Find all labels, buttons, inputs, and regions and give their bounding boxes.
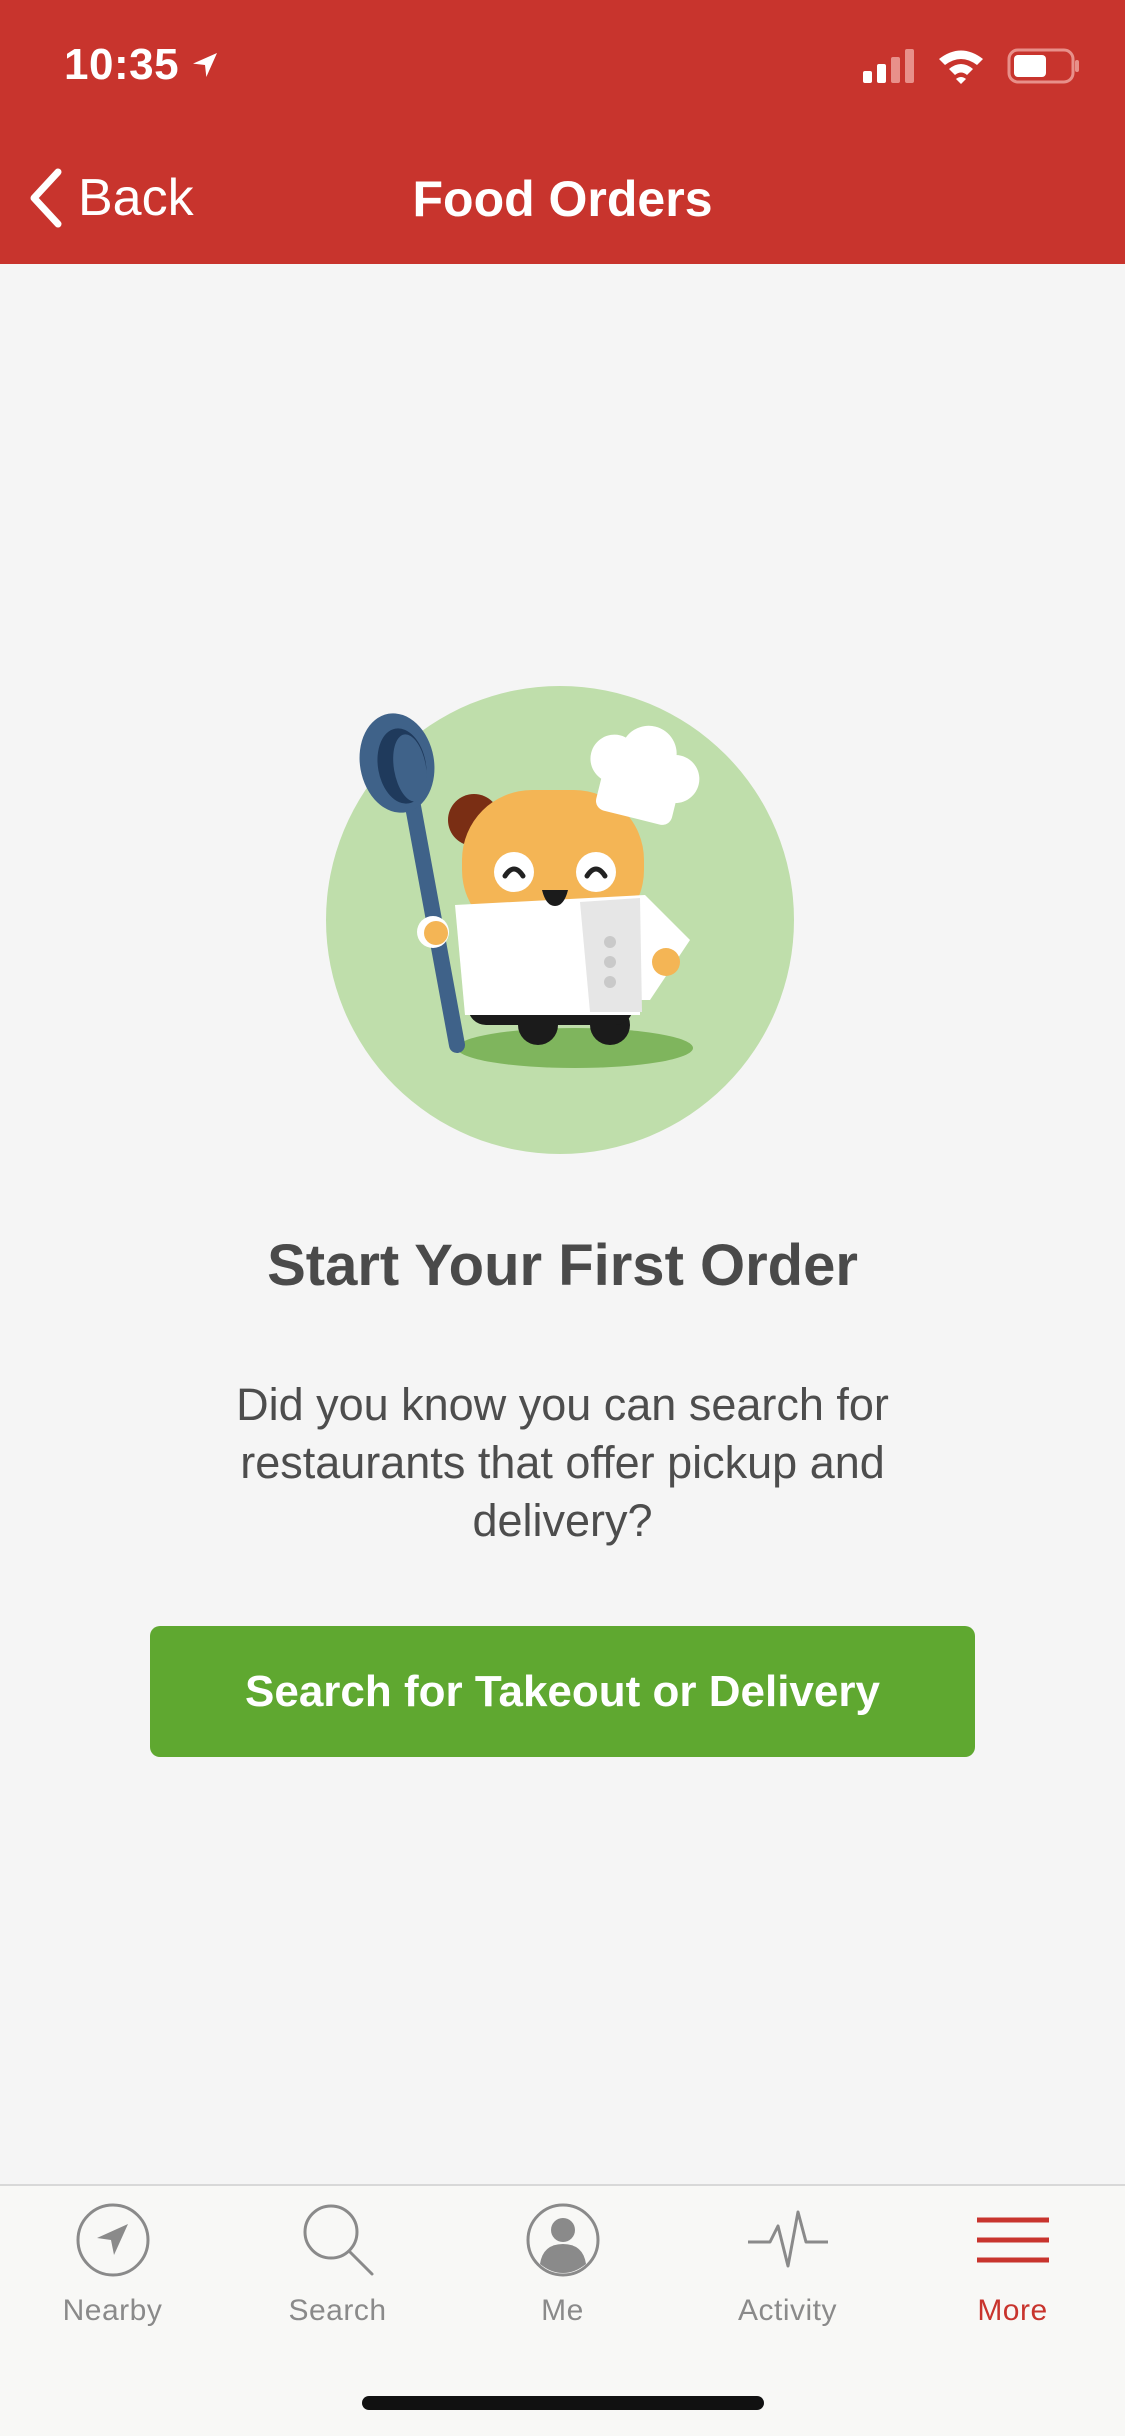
tab-me[interactable]: Me (450, 2200, 675, 2350)
tab-label-activity: Activity (737, 2294, 837, 2327)
wifi-icon (939, 50, 983, 84)
activity-pulse-icon (747, 2210, 828, 2268)
status-icons (863, 48, 1081, 84)
battery-icon (1007, 48, 1079, 84)
status-time-text: 10:35 (64, 40, 180, 89)
cellular-signal-icon (863, 49, 914, 83)
tab-label-me: Me (541, 2294, 584, 2327)
tab-label-search: Search (288, 2294, 387, 2327)
tab-more[interactable]: More (900, 2200, 1125, 2350)
page-title: Food Orders (412, 171, 713, 227)
chef-hamster-illustration (326, 686, 794, 1154)
empty-state-headline: Start Your First Order (267, 1233, 858, 1298)
home-indicator (362, 2396, 764, 2410)
navigation-arrow-icon (76, 2203, 149, 2277)
location-arrow-icon (193, 53, 218, 77)
search-icon (303, 2204, 373, 2276)
hamburger-menu-icon (976, 2217, 1049, 2263)
empty-state-description: Did you know you can search for restaura… (236, 1379, 889, 1546)
status-bar-time: 10:35 (64, 40, 221, 90)
profile-icon (526, 2203, 599, 2277)
tab-label-nearby: Nearby (62, 2294, 163, 2327)
search-takeout-delivery-button[interactable]: Search for Takeout or Delivery (150, 1626, 975, 1757)
tab-search[interactable]: Search (225, 2200, 450, 2350)
tab-activity[interactable]: Activity (675, 2200, 900, 2350)
header: 10:35 Back Food Orders (0, 0, 1125, 264)
tab-label-more: More (977, 2294, 1048, 2327)
tab-nearby[interactable]: Nearby (0, 2200, 225, 2350)
food-orders-screen: 10:35 Back Food Orders Start Your First … (0, 0, 1125, 2436)
